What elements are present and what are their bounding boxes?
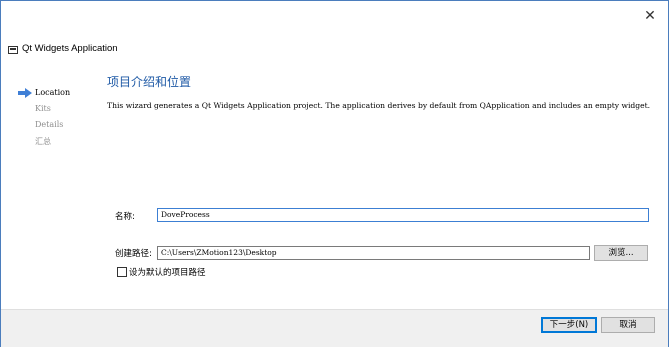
wizard-footer: 下一步(N) 取消: [1, 309, 668, 347]
browse-button[interactable]: 浏览...: [594, 245, 648, 261]
path-input[interactable]: C:\Users\ZMotion123\Desktop: [157, 246, 590, 260]
step-kits: Kits: [35, 104, 51, 113]
current-step-arrow-icon: [18, 88, 32, 98]
step-details: Details: [35, 120, 64, 129]
default-path-checkbox[interactable]: [117, 267, 127, 277]
page-description: This wizard generates a Qt Widgets Appli…: [107, 101, 651, 110]
cancel-button[interactable]: 取消: [601, 317, 655, 333]
step-location: Location: [35, 88, 71, 97]
next-button[interactable]: 下一步(N): [541, 317, 597, 333]
name-input[interactable]: DoveProcess: [157, 208, 649, 222]
step-summary: 汇总: [35, 137, 51, 146]
name-label: 名称:: [115, 212, 135, 222]
default-path-label: 设为默认的项目路径: [129, 268, 206, 278]
close-icon[interactable]: ✕: [639, 7, 661, 25]
wizard-window: ✕ Qt Widgets Application Location Kits D…: [0, 0, 669, 347]
path-label: 创建路径:: [115, 249, 152, 259]
page-heading: 项目介绍和位置: [107, 75, 192, 89]
window-app-icon: [8, 46, 18, 54]
wizard-title: Qt Widgets Application: [22, 43, 118, 54]
